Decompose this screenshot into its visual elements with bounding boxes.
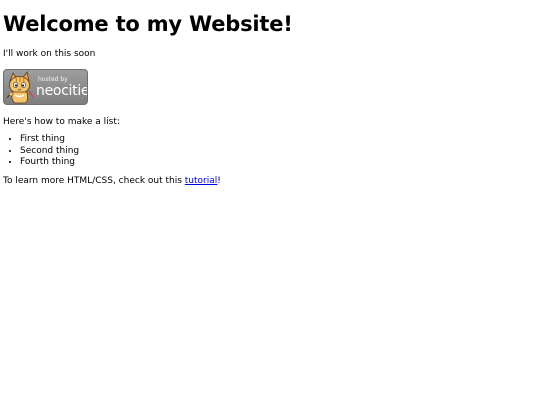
neocities-badge-link[interactable]: hosted by neocities — [3, 69, 88, 105]
badge-brand-text: neocities — [36, 83, 87, 99]
list-item: Fourth thing — [20, 157, 537, 169]
neocities-badge[interactable]: hosted by neocities — [3, 69, 88, 105]
list-item: Second thing — [20, 146, 537, 158]
tutorial-link[interactable]: tutorial — [185, 176, 217, 186]
footer-suffix: ! — [217, 175, 221, 186]
list-item: First thing — [20, 134, 537, 146]
badge-hosted-by-text: hosted by — [38, 76, 68, 83]
list-intro-text: Here's how to make a list: — [3, 117, 120, 127]
footer-prefix: To learn more HTML/CSS, check out this — [3, 175, 185, 186]
footer-text: To learn more HTML/CSS, check out this t… — [3, 175, 537, 187]
intro-text: I'll work on this soon — [3, 49, 96, 59]
bullet-list: First thing Second thing Fourth thing — [3, 134, 537, 169]
page-title: Welcome to my Website! — [3, 12, 293, 36]
neocities-cat-icon — [6, 71, 34, 104]
page: Welcome to my Website! I'll work on this… — [0, 0, 540, 405]
